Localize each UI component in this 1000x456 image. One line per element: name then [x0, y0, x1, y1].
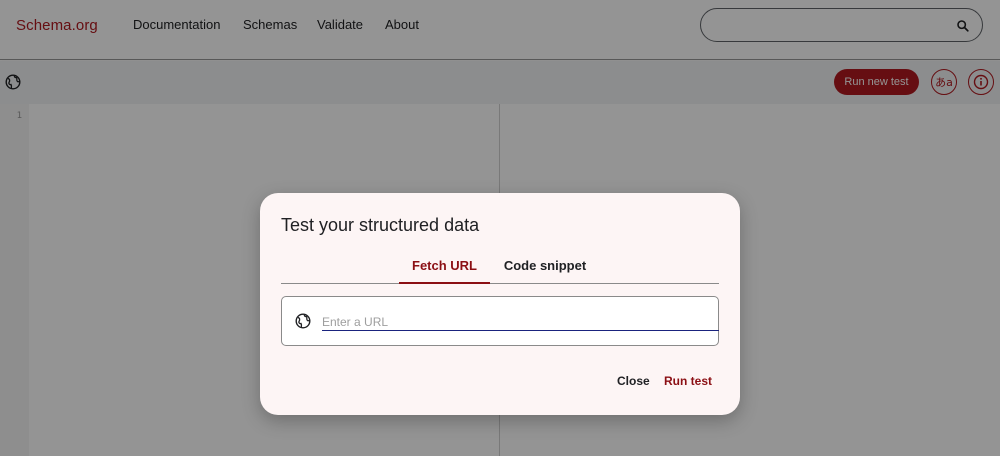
tab-code-snippet[interactable]: Code snippet	[497, 251, 593, 284]
globe-icon	[295, 313, 311, 329]
url-input[interactable]	[322, 310, 719, 331]
tab-fetch-url[interactable]: Fetch URL	[399, 251, 490, 284]
url-field	[281, 296, 719, 346]
run-test-button[interactable]: Run test	[664, 374, 712, 388]
dialog-title: Test your structured data	[281, 215, 480, 235]
test-dialog: Test your structured data Fetch URL Code…	[260, 193, 740, 415]
close-button[interactable]: Close	[617, 374, 650, 388]
dialog-tabs: Fetch URL Code snippet	[281, 251, 719, 284]
